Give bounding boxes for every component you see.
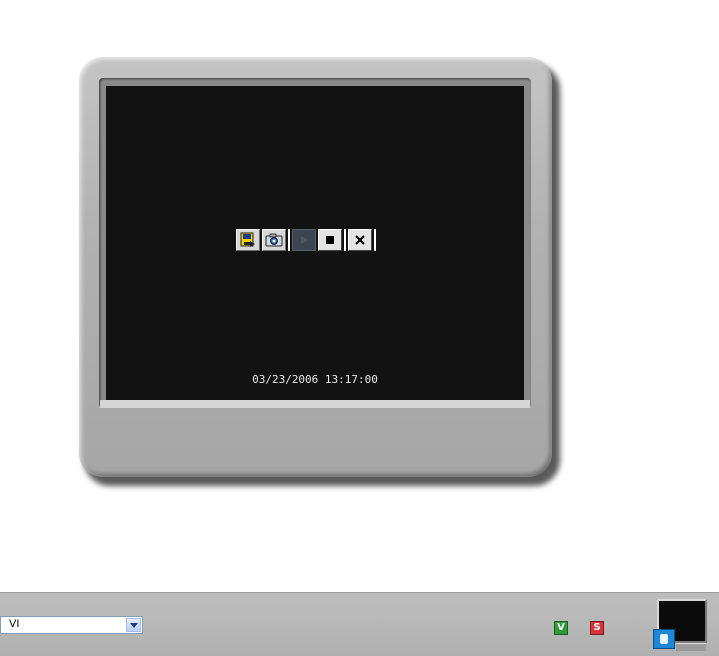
close-button[interactable] [348, 229, 372, 251]
bottom-control-bar: VI V S [0, 592, 719, 656]
close-icon [355, 235, 365, 245]
toolbar-separator [344, 229, 346, 251]
lock-icon-inner [660, 634, 668, 644]
camera-button[interactable] [262, 229, 286, 251]
save-snapshot-icon [240, 232, 255, 247]
green-action-label: V [557, 622, 565, 633]
toolbar-separator [374, 229, 376, 251]
red-action-button[interactable]: S [590, 621, 604, 635]
camera-icon [265, 233, 283, 247]
screen-lower-lip [100, 400, 530, 408]
red-action-label: S [593, 622, 601, 633]
toolbar-separator [288, 229, 290, 251]
mini-monitor-base [676, 643, 706, 651]
screen-frame: 03/23/2006 13:17:00 [99, 78, 531, 408]
video-timestamp: 03/23/2006 13:17:00 [252, 373, 378, 386]
chevron-down-icon [129, 622, 138, 628]
viewer-background: 03/23/2006 13:17:00 [0, 0, 719, 592]
lock-icon[interactable] [653, 629, 675, 649]
playback-toolbar [236, 229, 376, 251]
stop-button[interactable] [318, 229, 342, 251]
save-snapshot-button[interactable] [236, 229, 260, 251]
monitor-bezel: 03/23/2006 13:17:00 [79, 57, 552, 477]
stop-icon [326, 236, 334, 244]
channel-select-value: VI [9, 618, 20, 630]
play-icon [301, 236, 308, 244]
channel-select-dropdown-button[interactable] [126, 618, 141, 632]
play-button[interactable] [292, 229, 316, 251]
channel-select[interactable]: VI [0, 616, 143, 634]
video-screen[interactable]: 03/23/2006 13:17:00 [106, 86, 524, 400]
green-action-button[interactable]: V [554, 621, 568, 635]
